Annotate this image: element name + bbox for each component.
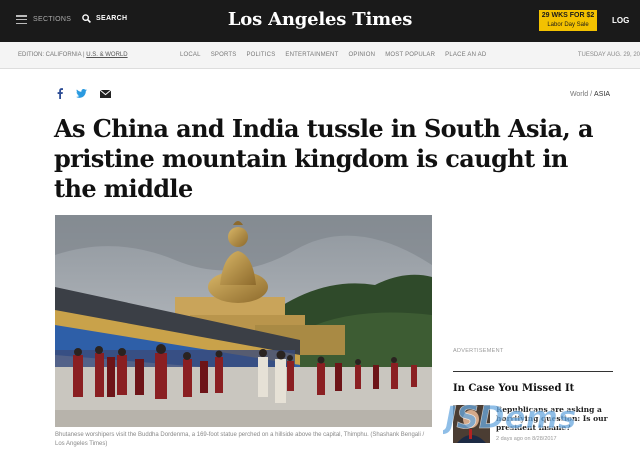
article-headline: As China and India tussle in South Asia,…: [54, 114, 594, 203]
article-photo[interactable]: [55, 215, 432, 427]
nav-item-politics[interactable]: POLITICS: [246, 52, 275, 58]
edition-selector: EDITION: CALIFORNIA | U.S. & WORLD: [18, 52, 128, 58]
story-timestamp: 2 days ago on 8/28/2017: [496, 436, 557, 442]
share-bar: [57, 88, 111, 99]
photo-caption: Bhutanese worshipers visit the Buddha Do…: [55, 432, 425, 447]
breadcrumb-subsection[interactable]: ASIA: [594, 91, 610, 98]
nav-item-most-popular[interactable]: MOST POPULAR: [385, 52, 435, 58]
icymi-heading: In Case You Missed It: [453, 383, 575, 394]
nav-item-place-an-ad[interactable]: PLACE AN AD: [445, 52, 486, 58]
subscribe-promo-button[interactable]: 29 WKS FOR $2 Labor Day Sale: [539, 10, 597, 31]
email-icon[interactable]: [100, 89, 111, 98]
nav-item-opinion[interactable]: OPINION: [348, 52, 375, 58]
icymi-story[interactable]: Republicans are asking a horrifying ques…: [453, 403, 613, 445]
buddha-dordenma-photo: [55, 215, 432, 427]
login-link[interactable]: LOG: [612, 16, 629, 25]
top-bar: SECTIONS SEARCH Los Angeles Times 29 WKS…: [0, 0, 640, 42]
breadcrumb-section[interactable]: World: [570, 91, 588, 98]
nav-item-entertainment[interactable]: ENTERTAINMENT: [285, 52, 338, 58]
story-thumbnail: [453, 405, 490, 443]
breadcrumb: World / ASIA: [570, 91, 610, 98]
twitter-icon[interactable]: [76, 89, 87, 98]
facebook-icon[interactable]: [57, 88, 63, 99]
nav-bar: EDITION: CALIFORNIA | U.S. & WORLD LOCAL…: [0, 42, 640, 69]
date-label: TUESDAY AUG. 29, 20: [577, 52, 640, 58]
nav-item-local[interactable]: LOCAL: [180, 52, 201, 58]
breadcrumb-separator: /: [590, 91, 593, 98]
edition-prefix: EDITION: CALIFORNIA |: [18, 52, 87, 58]
promo-sale-text: Labor Day Sale: [547, 22, 589, 28]
edition-link[interactable]: U.S. & WORLD: [86, 52, 127, 58]
section-nav: LOCAL SPORTS POLITICS ENTERTAINMENT OPIN…: [180, 52, 486, 58]
nav-item-sports[interactable]: SPORTS: [211, 52, 237, 58]
advertisement-label: ADVERTISEMENT: [453, 348, 504, 354]
story-title[interactable]: Republicans are asking a horrifying ques…: [496, 405, 616, 432]
promo-offer-text: 29 WKS FOR $2: [541, 12, 595, 19]
story-thumbnail-image: [453, 405, 490, 443]
rail-divider: [453, 371, 613, 372]
